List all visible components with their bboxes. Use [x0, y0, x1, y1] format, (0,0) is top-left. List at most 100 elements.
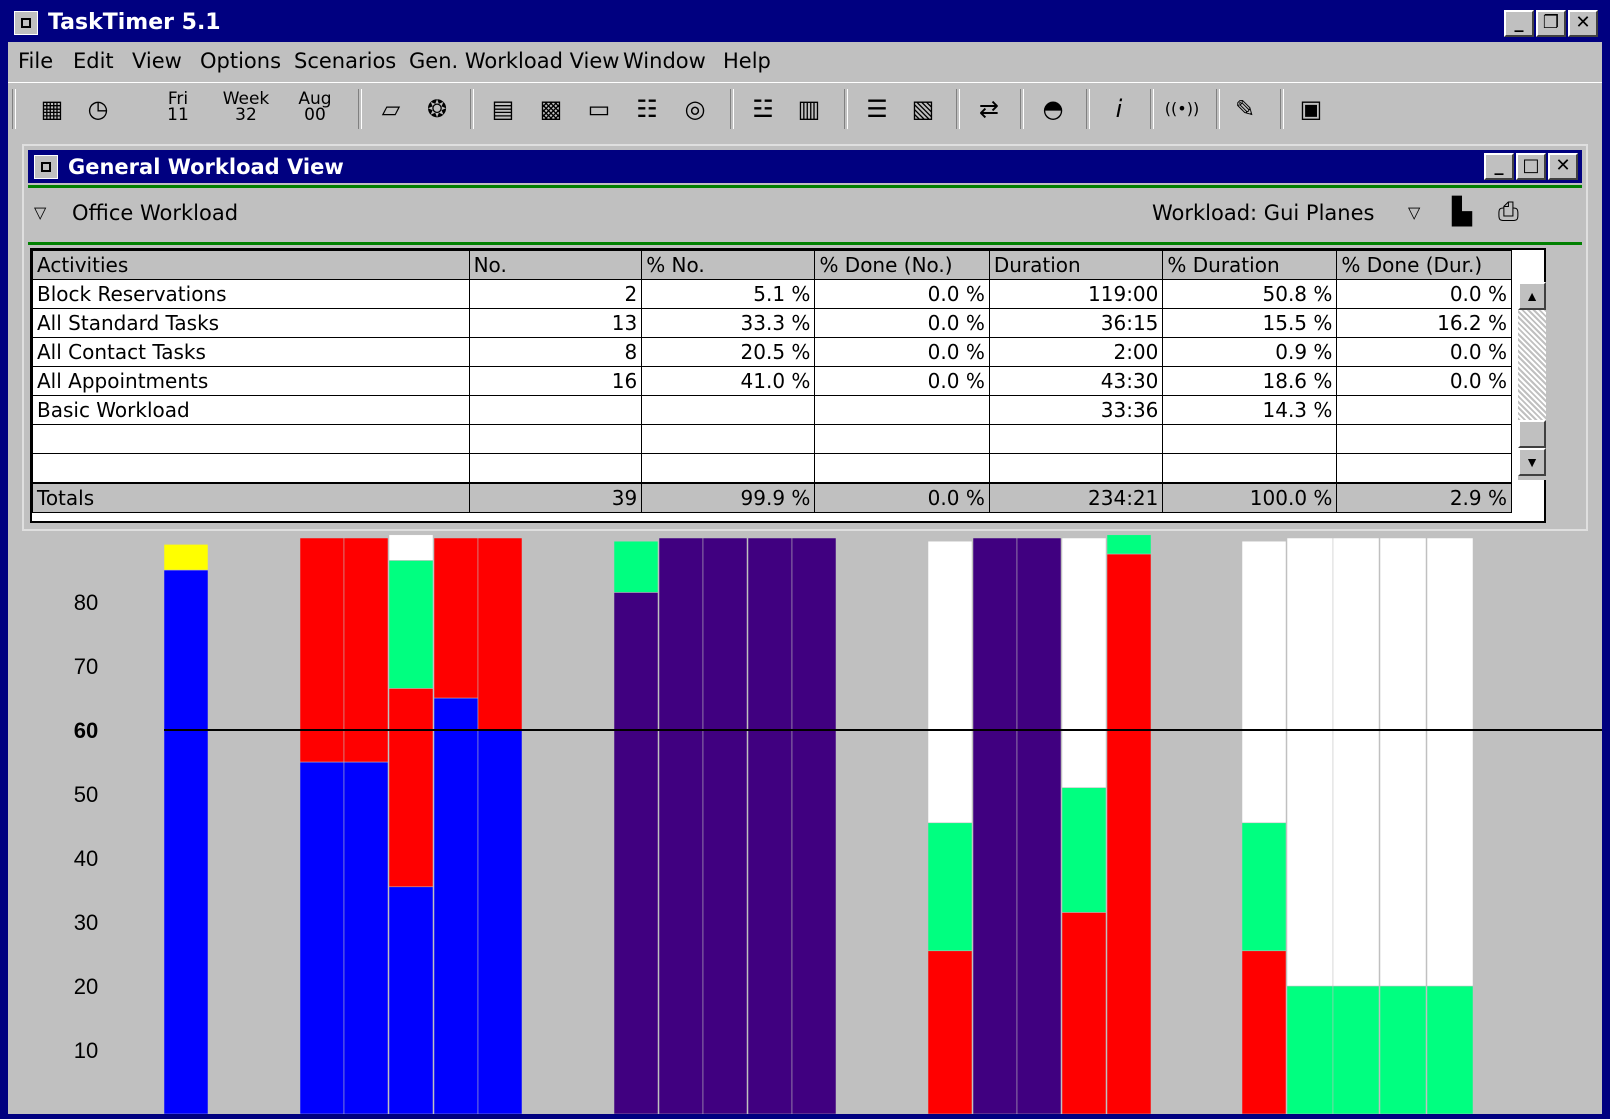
- menu-gen-workload-view[interactable]: Gen. Workload View: [409, 49, 619, 73]
- col-no[interactable]: No.: [468, 250, 643, 280]
- bar-chart-icon[interactable]: ▥: [792, 91, 826, 127]
- cell[interactable]: [1336, 453, 1512, 484]
- cell[interactable]: [468, 453, 643, 484]
- cell[interactable]: All Contact Tasks: [32, 337, 470, 367]
- cell[interactable]: 16: [468, 366, 643, 396]
- month-button[interactable]: Aug 00: [293, 91, 337, 127]
- print-icon[interactable]: ⎙: [1498, 197, 1519, 228]
- table-row[interactable]: [32, 424, 1512, 454]
- vertical-scrollbar[interactable]: ▲ ▼: [1518, 282, 1546, 480]
- stack-icon[interactable]: ☰: [860, 91, 894, 127]
- table-row[interactable]: All Appointments 16 41.0 % 0.0 % 43:30 1…: [32, 366, 1512, 396]
- cell[interactable]: Basic Workload: [32, 395, 470, 425]
- cell[interactable]: [988, 453, 1164, 484]
- menu-file[interactable]: File: [18, 49, 53, 73]
- cell[interactable]: 2: [468, 279, 643, 309]
- calendar-icon[interactable]: ▦: [32, 91, 72, 127]
- info-icon[interactable]: i: [1102, 91, 1136, 127]
- cell[interactable]: 14.3 %: [1162, 395, 1338, 425]
- table-row[interactable]: Block Reservations 2 5.1 % 0.0 % 119:00 …: [32, 279, 1512, 309]
- cell[interactable]: 0.0 %: [1336, 366, 1512, 396]
- menu-edit[interactable]: Edit: [73, 49, 114, 73]
- scroll-track[interactable]: [1518, 310, 1546, 420]
- col-duration[interactable]: Duration: [988, 250, 1164, 280]
- computer-icon[interactable]: ▭: [582, 91, 616, 127]
- cell[interactable]: [1336, 395, 1512, 425]
- cell[interactable]: [1162, 453, 1338, 484]
- workload-dropdown-icon[interactable]: ▽: [1408, 203, 1420, 222]
- spreadsheet-icon[interactable]: ▩: [534, 91, 568, 127]
- clock-icon[interactable]: ◷: [78, 91, 118, 127]
- child-close-button[interactable]: ✕: [1548, 153, 1578, 180]
- cell[interactable]: [32, 453, 470, 484]
- eraser-icon[interactable]: ▱: [374, 91, 408, 127]
- cell[interactable]: 0.0 %: [1336, 279, 1512, 309]
- week-button[interactable]: Week 32: [216, 91, 276, 127]
- table-row[interactable]: All Standard Tasks 13 33.3 % 0.0 % 36:15…: [32, 308, 1512, 338]
- menu-help[interactable]: Help: [723, 49, 771, 73]
- hat-icon[interactable]: ◓: [1036, 91, 1070, 127]
- cell[interactable]: 0.0 %: [814, 366, 990, 396]
- col-pct-duration[interactable]: % Duration: [1162, 250, 1338, 280]
- cell[interactable]: [1162, 424, 1338, 454]
- cell[interactable]: 50.8 %: [1162, 279, 1338, 309]
- cell[interactable]: 16.2 %: [1336, 308, 1512, 338]
- cell[interactable]: Block Reservations: [32, 279, 470, 309]
- cell[interactable]: All Standard Tasks: [32, 308, 470, 338]
- table-row[interactable]: [32, 453, 1512, 484]
- cell[interactable]: 0.0 %: [814, 308, 990, 338]
- cell[interactable]: [641, 424, 816, 454]
- col-pct-no[interactable]: % No.: [641, 250, 816, 280]
- child-system-menu-icon[interactable]: [34, 155, 58, 179]
- cell[interactable]: [468, 424, 643, 454]
- cell[interactable]: 119:00: [988, 279, 1164, 309]
- close-button[interactable]: ✕: [1568, 10, 1598, 37]
- cell[interactable]: 5.1 %: [641, 279, 816, 309]
- draw-icon[interactable]: ✎: [1228, 91, 1262, 127]
- cell[interactable]: [468, 395, 643, 425]
- chart-icon[interactable]: ▙: [1452, 197, 1472, 227]
- tree-icon[interactable]: ☷: [630, 91, 664, 127]
- cell[interactable]: 0.0 %: [814, 279, 990, 309]
- col-pct-done-dur[interactable]: % Done (Dur.): [1336, 250, 1512, 280]
- cell[interactable]: 33:36: [988, 395, 1164, 425]
- broadcast-icon[interactable]: ((•)): [1160, 91, 1204, 127]
- scroll-down-icon[interactable]: ▼: [1518, 448, 1546, 476]
- target-icon[interactable]: ◎: [678, 91, 712, 127]
- cell[interactable]: 8: [468, 337, 643, 367]
- cell[interactable]: 41.0 %: [641, 366, 816, 396]
- cell[interactable]: 36:15: [988, 308, 1164, 338]
- day-button[interactable]: Fri 11: [158, 91, 198, 127]
- cell[interactable]: 20.5 %: [641, 337, 816, 367]
- filter-label[interactable]: Office Workload: [72, 201, 238, 225]
- child-minimize-button[interactable]: _: [1484, 153, 1514, 180]
- system-menu-icon[interactable]: [14, 11, 38, 35]
- cell[interactable]: [32, 424, 470, 454]
- menu-options[interactable]: Options: [200, 49, 281, 73]
- cell[interactable]: [641, 453, 816, 484]
- cell[interactable]: 15.5 %: [1162, 308, 1338, 338]
- cell[interactable]: 33.3 %: [641, 308, 816, 338]
- cell[interactable]: 13: [468, 308, 643, 338]
- menu-view[interactable]: View: [132, 49, 182, 73]
- filter-dropdown-icon[interactable]: ▽: [34, 203, 46, 222]
- cell[interactable]: 18.6 %: [1162, 366, 1338, 396]
- palette-icon[interactable]: ❂: [420, 91, 454, 127]
- restore-button[interactable]: ❐: [1536, 10, 1566, 37]
- cell[interactable]: [988, 424, 1164, 454]
- cell[interactable]: [814, 453, 990, 484]
- cell[interactable]: 0.9 %: [1162, 337, 1338, 367]
- workload-label[interactable]: Workload: Gui Planes: [1152, 201, 1374, 225]
- col-pct-done-no[interactable]: % Done (No.): [814, 250, 990, 280]
- menu-scenarios[interactable]: Scenarios: [294, 49, 396, 73]
- child-maximize-button[interactable]: □: [1516, 153, 1546, 180]
- arrows-icon[interactable]: ⇄: [972, 91, 1006, 127]
- cell[interactable]: [1336, 424, 1512, 454]
- cell[interactable]: [641, 395, 816, 425]
- scroll-up-icon[interactable]: ▲: [1518, 282, 1546, 310]
- cell[interactable]: 0.0 %: [1336, 337, 1512, 367]
- cell[interactable]: 0.0 %: [814, 337, 990, 367]
- window-icon[interactable]: ▣: [1294, 91, 1328, 127]
- scroll-thumb[interactable]: [1518, 420, 1546, 448]
- col-activities[interactable]: Activities: [32, 250, 470, 280]
